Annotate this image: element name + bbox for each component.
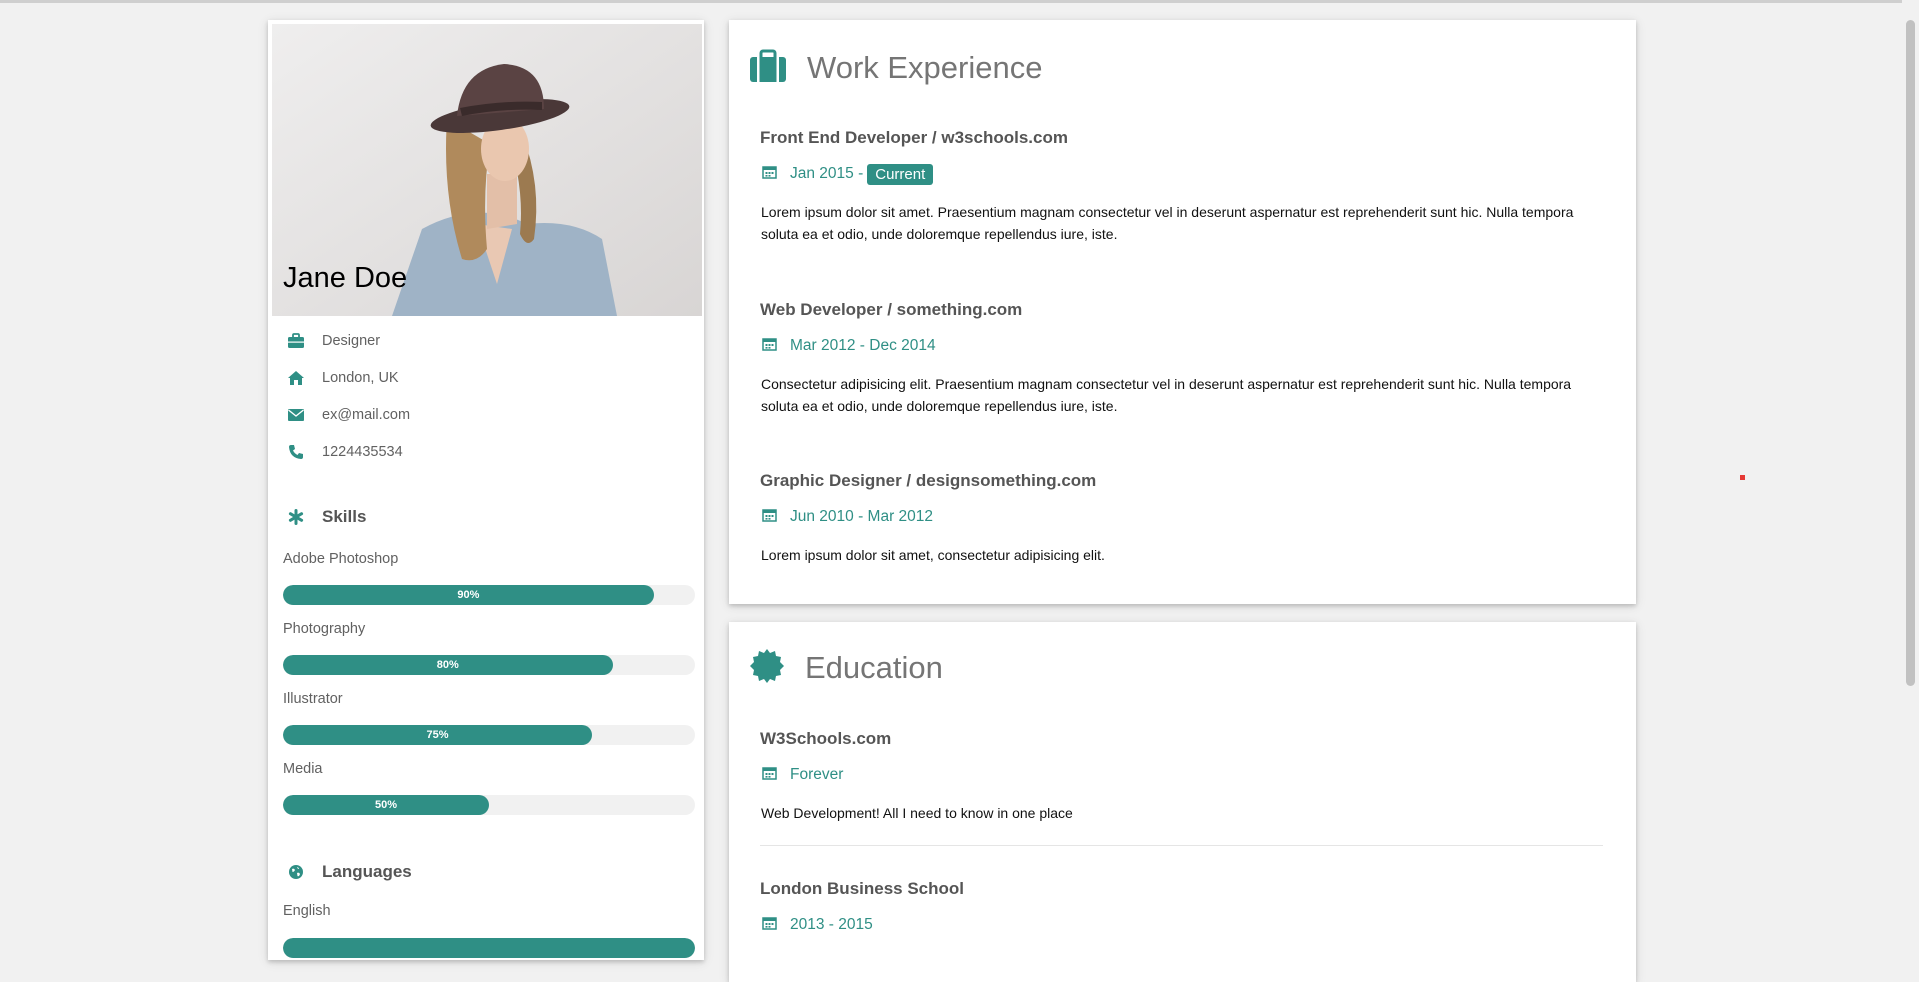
- info-location: London, UK: [285, 364, 399, 392]
- marker-dot: [1740, 475, 1745, 480]
- skill-item: Illustrator 75%: [283, 691, 695, 745]
- education-title: Education: [805, 650, 943, 685]
- briefcase-icon: [285, 332, 307, 350]
- skill-item: Media 50%: [283, 761, 695, 815]
- language-progress-bar: [283, 938, 695, 958]
- asterisk-icon: [285, 509, 307, 525]
- skills-heading: Skills: [285, 502, 366, 532]
- skill-label: Illustrator: [283, 691, 343, 707]
- job-date-text: Jun 2010 - Mar 2012: [790, 508, 934, 525]
- info-phone: 1224435534: [285, 438, 403, 466]
- skill-label: Photography: [283, 621, 366, 637]
- info-occupation: Designer: [285, 327, 380, 355]
- job-date: Jun 2010 - Mar 2012: [762, 504, 933, 530]
- current-badge: Current: [867, 163, 934, 185]
- skill-progress-bar: 80%: [283, 655, 695, 675]
- certificate-icon: [749, 648, 785, 689]
- skill-progress-fill: 75%: [283, 725, 592, 745]
- languages-title: Languages: [322, 862, 412, 881]
- skill-label: Adobe Photoshop: [283, 551, 399, 567]
- job-date: Jan 2015 - Current: [762, 161, 934, 187]
- job-date-text: Mar 2012 - Dec 2014: [790, 337, 936, 354]
- divider: [760, 845, 1603, 846]
- work-experience-title: Work Experience: [807, 50, 1043, 85]
- job-description: Lorem ipsum dolor sit amet, consectetur …: [761, 547, 1105, 563]
- skill-item: Adobe Photoshop 90%: [283, 551, 695, 605]
- language-progress-fill: [283, 938, 695, 958]
- skill-progress-bar: 75%: [283, 725, 695, 745]
- calendar-icon: [762, 916, 777, 935]
- skill-progress-fill: 80%: [283, 655, 613, 675]
- school-name: W3Schools.com: [760, 729, 892, 748]
- info-phone-text: 1224435534: [322, 444, 403, 460]
- job-description: Consectetur adipisicing elit. Praesentiu…: [761, 376, 1572, 414]
- school-date: Forever: [762, 762, 843, 788]
- skill-progress-fill: 50%: [283, 795, 489, 815]
- school-date-text: 2013 - 2015: [790, 916, 873, 933]
- job-title: Front End Developer / w3schools.com: [760, 128, 1068, 147]
- suitcase-icon: [749, 49, 787, 88]
- school-name: London Business School: [760, 879, 965, 898]
- job-date-text: Jan 2015 -: [790, 165, 864, 182]
- school-date-text: Forever: [790, 766, 844, 783]
- scrollbar-thumb[interactable]: [1906, 20, 1915, 686]
- skill-progress-bar: 90%: [283, 585, 695, 605]
- school-description: Web Development! All I need to know in o…: [761, 805, 1073, 821]
- job-date: Mar 2012 - Dec 2014: [762, 333, 936, 359]
- language-item: English: [283, 903, 695, 958]
- skills-title: Skills: [322, 507, 367, 526]
- calendar-icon: [762, 337, 777, 356]
- info-location-text: London, UK: [322, 370, 399, 386]
- work-experience-heading: Work Experience: [749, 48, 1042, 88]
- skill-progress-bar: 50%: [283, 795, 695, 815]
- calendar-icon: [762, 165, 777, 184]
- info-email-text: ex@mail.com: [322, 407, 411, 423]
- languages-heading: Languages: [285, 857, 412, 887]
- language-label: English: [283, 903, 331, 919]
- job-title: Graphic Designer / designsomething.com: [760, 471, 1097, 490]
- profile-name: Jane Doe: [283, 262, 408, 294]
- skill-progress-fill: 90%: [283, 585, 654, 605]
- job-description: Lorem ipsum dolor sit amet. Praesentium …: [761, 204, 1574, 242]
- envelope-icon: [285, 406, 307, 424]
- browser-top-border: [0, 0, 1919, 3]
- calendar-icon: [762, 766, 777, 785]
- skill-item: Photography 80%: [283, 621, 695, 675]
- info-occupation-text: Designer: [322, 333, 381, 349]
- job-title: Web Developer / something.com: [760, 300, 1023, 319]
- globe-icon: [285, 864, 307, 880]
- school-date: 2013 - 2015: [762, 912, 873, 938]
- phone-icon: [285, 443, 307, 461]
- info-email: ex@mail.com: [285, 401, 410, 429]
- education-heading: Education: [749, 648, 943, 688]
- home-icon: [285, 369, 307, 387]
- skill-label: Media: [283, 761, 323, 777]
- calendar-icon: [762, 508, 777, 527]
